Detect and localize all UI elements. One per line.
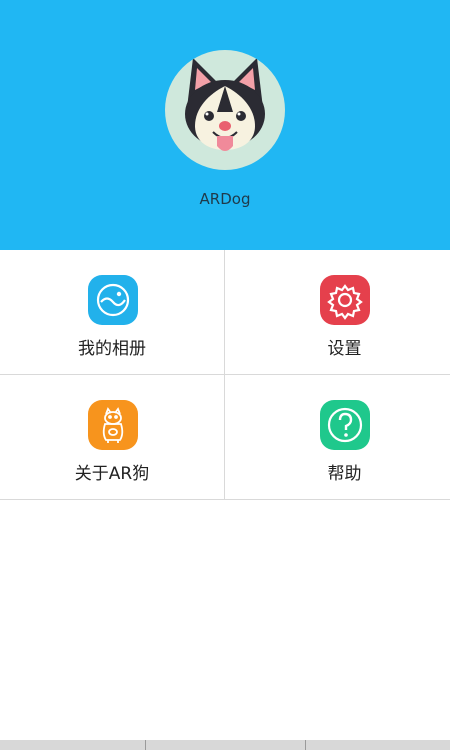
dog-mascot-icon [88,400,138,450]
avatar[interactable] [165,50,285,170]
menu-grid: 我的相册 设置 关于AR狗 帮助 [0,250,450,500]
nav-divider [145,740,146,750]
gear-icon [320,275,370,325]
menu-item-about[interactable]: 关于AR狗 [0,375,225,500]
husky-dog-icon [185,58,265,151]
menu-item-label: 我的相册 [78,339,146,359]
bottom-navigation-bar [0,740,450,750]
nav-divider [305,740,306,750]
profile-header: ARDog [0,0,450,250]
menu-item-settings[interactable]: 设置 [225,250,450,375]
menu-item-label: 设置 [327,339,362,359]
menu-item-label: 关于AR狗 [74,464,150,484]
menu-item-help[interactable]: 帮助 [225,375,450,500]
album-icon [88,275,138,325]
menu-item-label: 帮助 [327,464,362,484]
profile-name: ARDog [199,190,251,208]
menu-item-album[interactable]: 我的相册 [0,250,225,375]
help-icon [320,400,370,450]
